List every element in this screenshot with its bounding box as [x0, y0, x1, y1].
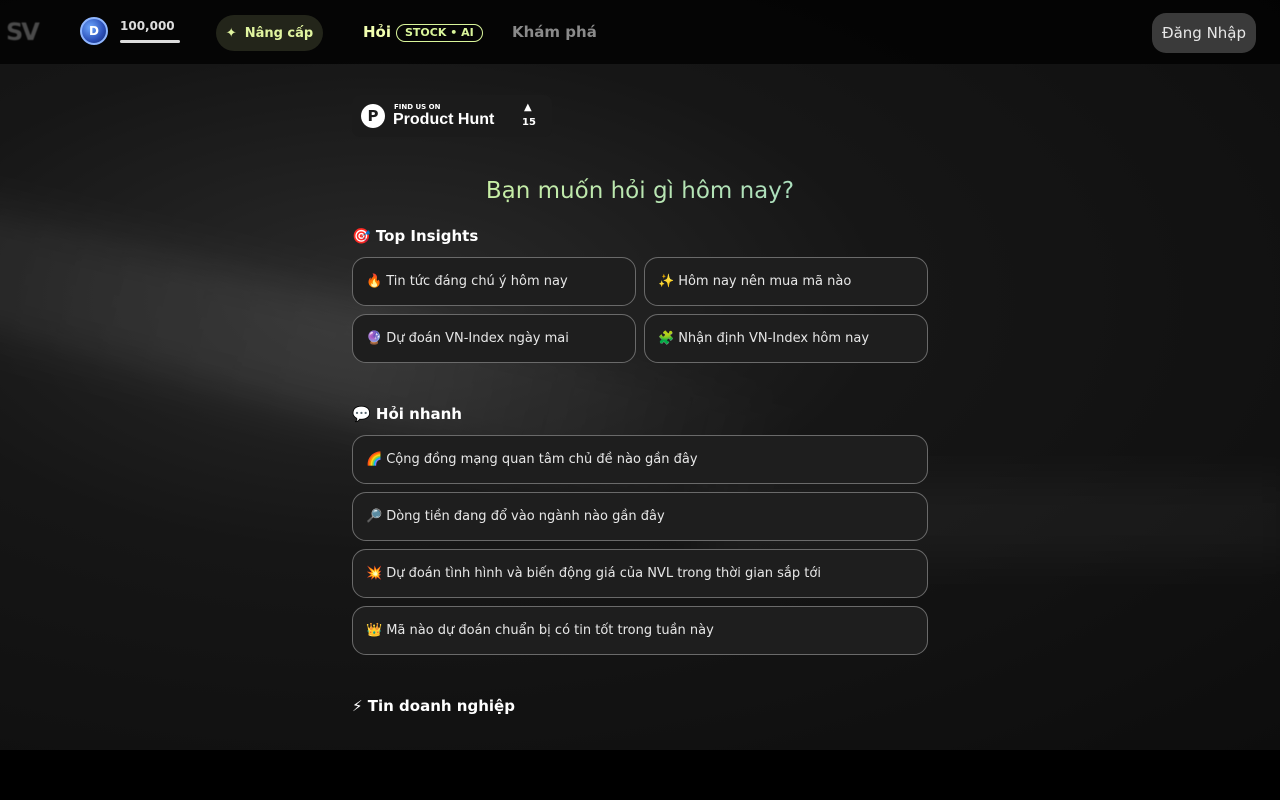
coin-letter: D	[89, 24, 99, 38]
top-bar: SV D 100,000 ✦ Nâng cấp Hỏi STOCK • AI K…	[0, 0, 1280, 64]
product-hunt-caption: FIND US ON	[394, 103, 441, 111]
section-label: Tin doanh nghiệp	[367, 697, 515, 715]
upgrade-label: Nâng cấp	[244, 25, 314, 41]
bottom-bar	[0, 750, 1280, 800]
speech-bubble-icon: 💬	[352, 405, 371, 423]
magnifier-icon: 🔎	[366, 509, 383, 524]
upgrade-button[interactable]: ✦ Nâng cấp	[216, 15, 323, 51]
coin-progress-bar	[120, 40, 180, 43]
nav-ask-tab[interactable]: Hỏi	[363, 23, 391, 41]
section-label: Hỏi nhanh	[375, 405, 462, 423]
coin-balance: 100,000	[120, 19, 175, 33]
chip-label: Tin tức đáng chú ý hôm nay	[386, 274, 568, 289]
hero-question: Bạn muốn hỏi gì hôm nay?	[352, 178, 928, 204]
page-background: SV D 100,000 ✦ Nâng cấp Hỏi STOCK • AI K…	[0, 0, 1280, 750]
insight-chip-news-today[interactable]: 🔥 Tin tức đáng chú ý hôm nay	[352, 257, 636, 306]
crown-icon: 👑	[366, 623, 383, 638]
section-top-insights-title: 🎯 Top Insights	[352, 227, 478, 245]
coin-icon: D	[80, 17, 108, 45]
app-logo[interactable]: SV	[6, 18, 40, 46]
sparkles-icon: ✨	[658, 274, 675, 289]
chip-label: Dự đoán VN-Index ngày mai	[386, 331, 569, 346]
lightning-icon: ⚡	[352, 697, 363, 715]
product-hunt-icon: P	[361, 104, 385, 128]
chip-label: Cộng đồng mạng quan tâm chủ đề nào gần đ…	[386, 452, 698, 467]
quick-chip-nvl-forecast[interactable]: 💥 Dự đoán tình hình và biến động giá của…	[352, 549, 928, 598]
chip-label: Dự đoán tình hình và biến động giá của N…	[386, 566, 821, 581]
fire-icon: 🔥	[366, 274, 383, 289]
section-business-news-title: ⚡ Tin doanh nghiệp	[352, 697, 515, 715]
chip-label: Nhận định VN-Index hôm nay	[678, 331, 870, 346]
sparkle-icon: ✦	[225, 25, 237, 41]
chip-label: Dòng tiền đang đổ vào ngành nào gần đây	[386, 509, 665, 524]
nav-explore-tab[interactable]: Khám phá	[512, 23, 597, 41]
upvote-count: 15	[522, 117, 536, 128]
insight-chip-buy-today[interactable]: ✨ Hôm nay nên mua mã nào	[644, 257, 928, 306]
insight-chip-vnindex-review[interactable]: 🧩 Nhận định VN-Index hôm nay	[644, 314, 928, 363]
puzzle-icon: 🧩	[658, 331, 675, 346]
chip-label: Hôm nay nên mua mã nào	[678, 274, 852, 289]
quick-chip-money-flow[interactable]: 🔎 Dòng tiền đang đổ vào ngành nào gần đâ…	[352, 492, 928, 541]
product-hunt-name: Product Hunt	[393, 111, 495, 128]
target-icon: 🎯	[352, 227, 371, 245]
section-quick-ask-title: 💬 Hỏi nhanh	[352, 405, 462, 423]
crystal-ball-icon: 🔮	[366, 331, 383, 346]
product-hunt-badge[interactable]: P FIND US ON Product Hunt ▲ 15	[352, 95, 552, 137]
rainbow-icon: 🌈	[366, 452, 383, 467]
insight-chip-vnindex-forecast[interactable]: 🔮 Dự đoán VN-Index ngày mai	[352, 314, 636, 363]
collision-icon: 💥	[366, 566, 383, 581]
section-label: Top Insights	[375, 227, 479, 245]
stock-ai-badge: STOCK • AI	[396, 24, 483, 42]
chip-label: Mã nào dự đoán chuẩn bị có tin tốt trong…	[386, 623, 714, 638]
quick-chip-community-topics[interactable]: 🌈 Cộng đồng mạng quan tâm chủ đề nào gần…	[352, 435, 928, 484]
quick-chip-good-news[interactable]: 👑 Mã nào dự đoán chuẩn bị có tin tốt tro…	[352, 606, 928, 655]
login-button[interactable]: Đăng Nhập	[1152, 13, 1256, 53]
upvote-arrow-icon: ▲	[524, 102, 532, 113]
